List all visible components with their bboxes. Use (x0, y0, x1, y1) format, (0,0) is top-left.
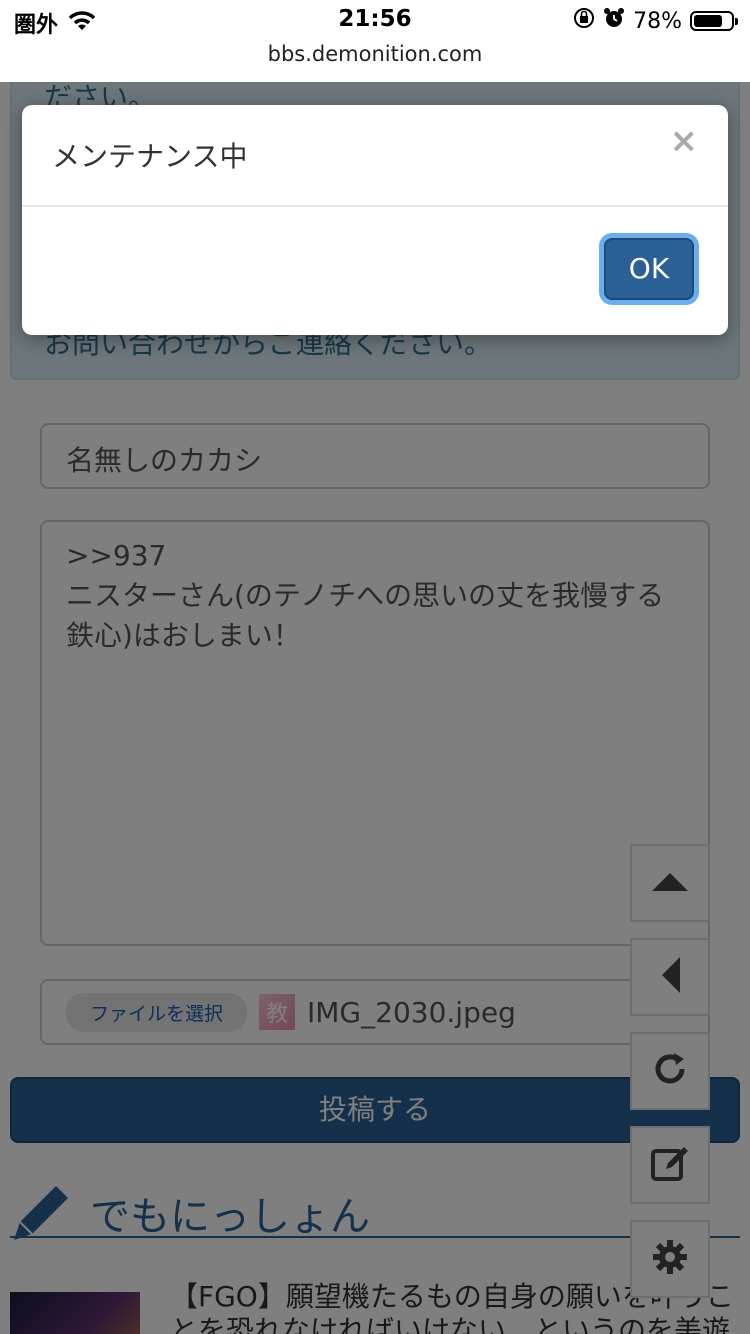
maintenance-dialog: メンテナンス中 × OK (22, 105, 728, 335)
status-bar: 圏外 21:56 78% (0, 0, 750, 40)
close-icon[interactable]: × (670, 121, 699, 161)
battery-percent: 78% (633, 8, 682, 34)
battery-icon (690, 11, 738, 31)
ok-button[interactable]: OK (604, 238, 694, 300)
alarm-icon (603, 7, 625, 35)
url-bar[interactable]: bbs.demonition.com (0, 40, 750, 83)
battery-level (694, 15, 723, 27)
rotation-lock-icon (573, 7, 595, 35)
dialog-header: メンテナンス中 × (22, 105, 728, 207)
dialog-title: メンテナンス中 (52, 140, 248, 173)
